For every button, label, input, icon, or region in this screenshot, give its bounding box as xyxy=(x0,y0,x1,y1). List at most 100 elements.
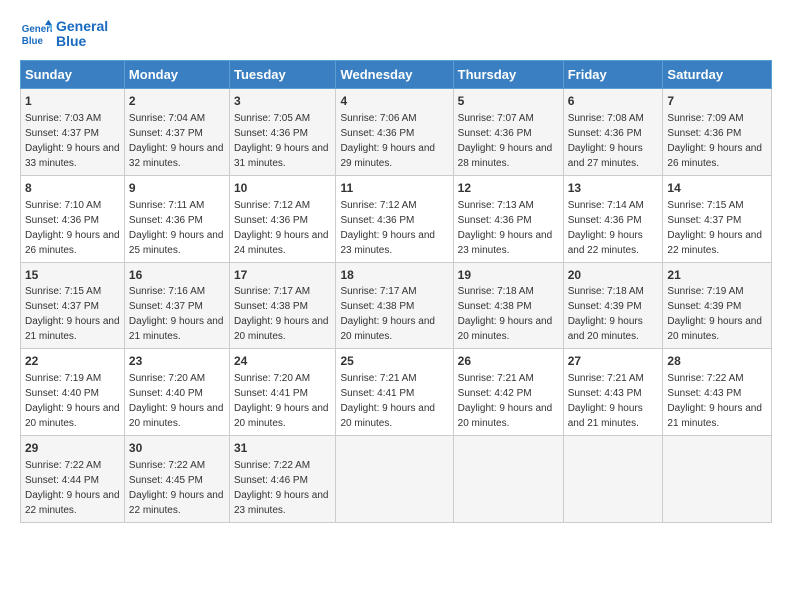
day-cell: 25Sunrise: 7:21 AMSunset: 4:41 PMDayligh… xyxy=(336,349,453,436)
day-number: 30 xyxy=(129,440,225,457)
day-daylight: Daylight: 9 hours and 23 minutes. xyxy=(340,230,435,256)
day-cell: 20Sunrise: 7:18 AMSunset: 4:39 PMDayligh… xyxy=(563,262,663,349)
col-header-friday: Friday xyxy=(563,61,663,89)
day-number: 16 xyxy=(129,267,225,284)
day-sunset: Sunset: 4:38 PM xyxy=(340,301,414,312)
day-cell: 27Sunrise: 7:21 AMSunset: 4:43 PMDayligh… xyxy=(563,349,663,436)
day-number: 3 xyxy=(234,93,331,110)
day-sunrise: Sunrise: 7:18 AM xyxy=(458,286,534,297)
day-daylight: Daylight: 9 hours and 21 minutes. xyxy=(129,316,224,342)
day-cell: 21Sunrise: 7:19 AMSunset: 4:39 PMDayligh… xyxy=(663,262,772,349)
day-sunrise: Sunrise: 7:04 AM xyxy=(129,113,205,124)
day-daylight: Daylight: 9 hours and 22 minutes. xyxy=(667,230,762,256)
day-sunset: Sunset: 4:36 PM xyxy=(234,128,308,139)
day-sunset: Sunset: 4:41 PM xyxy=(340,388,414,399)
col-header-thursday: Thursday xyxy=(453,61,563,89)
day-daylight: Daylight: 9 hours and 23 minutes. xyxy=(234,490,329,516)
day-number: 20 xyxy=(568,267,659,284)
day-daylight: Daylight: 9 hours and 22 minutes. xyxy=(25,490,120,516)
day-sunset: Sunset: 4:43 PM xyxy=(667,388,741,399)
svg-text:General: General xyxy=(22,24,52,35)
day-sunrise: Sunrise: 7:21 AM xyxy=(568,373,644,384)
day-daylight: Daylight: 9 hours and 20 minutes. xyxy=(234,316,329,342)
day-cell: 10Sunrise: 7:12 AMSunset: 4:36 PMDayligh… xyxy=(229,175,335,262)
day-number: 29 xyxy=(25,440,120,457)
day-number: 1 xyxy=(25,93,120,110)
day-sunrise: Sunrise: 7:21 AM xyxy=(458,373,534,384)
day-sunset: Sunset: 4:40 PM xyxy=(25,388,99,399)
day-sunrise: Sunrise: 7:11 AM xyxy=(129,200,204,211)
day-number: 26 xyxy=(458,353,559,370)
day-cell: 26Sunrise: 7:21 AMSunset: 4:42 PMDayligh… xyxy=(453,349,563,436)
day-sunset: Sunset: 4:37 PM xyxy=(129,128,203,139)
day-sunset: Sunset: 4:44 PM xyxy=(25,475,99,486)
day-sunset: Sunset: 4:36 PM xyxy=(458,128,532,139)
day-sunset: Sunset: 4:38 PM xyxy=(234,301,308,312)
day-cell: 18Sunrise: 7:17 AMSunset: 4:38 PMDayligh… xyxy=(336,262,453,349)
day-daylight: Daylight: 9 hours and 33 minutes. xyxy=(25,143,120,169)
day-sunset: Sunset: 4:41 PM xyxy=(234,388,308,399)
day-cell: 8Sunrise: 7:10 AMSunset: 4:36 PMDaylight… xyxy=(21,175,125,262)
day-daylight: Daylight: 9 hours and 21 minutes. xyxy=(25,316,120,342)
day-daylight: Daylight: 9 hours and 21 minutes. xyxy=(568,403,643,429)
day-cell: 30Sunrise: 7:22 AMSunset: 4:45 PMDayligh… xyxy=(124,436,229,523)
day-daylight: Daylight: 9 hours and 29 minutes. xyxy=(340,143,435,169)
day-cell xyxy=(663,436,772,523)
day-number: 28 xyxy=(667,353,767,370)
day-sunrise: Sunrise: 7:20 AM xyxy=(129,373,205,384)
day-number: 11 xyxy=(340,180,448,197)
day-number: 24 xyxy=(234,353,331,370)
day-sunrise: Sunrise: 7:19 AM xyxy=(667,286,743,297)
day-sunrise: Sunrise: 7:17 AM xyxy=(234,286,310,297)
day-sunrise: Sunrise: 7:10 AM xyxy=(25,200,101,211)
page-container: General Blue General Blue SundayMondayTu… xyxy=(0,0,792,533)
day-cell: 1 Sunrise: 7:03 AM Sunset: 4:37 PM Daylight… xyxy=(21,89,125,176)
day-sunset: Sunset: 4:36 PM xyxy=(340,128,414,139)
day-daylight: Daylight: 9 hours and 20 minutes. xyxy=(667,316,762,342)
logo-text: General Blue xyxy=(56,19,108,50)
logo-icon: General Blue xyxy=(20,18,52,50)
day-cell: 3Sunrise: 7:05 AMSunset: 4:36 PMDaylight… xyxy=(229,89,335,176)
day-sunset: Sunset: 4:37 PM xyxy=(129,301,203,312)
day-daylight: Daylight: 9 hours and 25 minutes. xyxy=(129,230,224,256)
day-number: 10 xyxy=(234,180,331,197)
week-row-5: 29 Sunrise: 7:22 AM Sunset: 4:44 PM Dayligh… xyxy=(21,436,772,523)
day-sunrise: Sunrise: 7:15 AM xyxy=(667,200,743,211)
day-sunrise: Sunrise: 7:22 AM xyxy=(667,373,743,384)
day-daylight: Daylight: 9 hours and 20 minutes. xyxy=(340,403,435,429)
day-sunrise: Sunrise: 7:03 AM xyxy=(25,113,101,124)
day-cell: 29 Sunrise: 7:22 AM Sunset: 4:44 PM Dayligh… xyxy=(21,436,125,523)
day-number: 2 xyxy=(129,93,225,110)
day-cell: 15Sunrise: 7:15 AMSunset: 4:37 PMDayligh… xyxy=(21,262,125,349)
day-sunset: Sunset: 4:37 PM xyxy=(667,215,741,226)
day-daylight: Daylight: 9 hours and 21 minutes. xyxy=(667,403,762,429)
day-sunset: Sunset: 4:36 PM xyxy=(129,215,203,226)
day-cell: 5Sunrise: 7:07 AMSunset: 4:36 PMDaylight… xyxy=(453,89,563,176)
day-daylight: Daylight: 9 hours and 31 minutes. xyxy=(234,143,329,169)
day-sunset: Sunset: 4:43 PM xyxy=(568,388,642,399)
col-header-wednesday: Wednesday xyxy=(336,61,453,89)
day-sunset: Sunset: 4:46 PM xyxy=(234,475,308,486)
day-daylight: Daylight: 9 hours and 22 minutes. xyxy=(568,230,643,256)
day-sunrise: Sunrise: 7:22 AM xyxy=(234,460,310,471)
day-cell: 19Sunrise: 7:18 AMSunset: 4:38 PMDayligh… xyxy=(453,262,563,349)
day-sunrise: Sunrise: 7:22 AM xyxy=(25,460,101,471)
day-cell: 7Sunrise: 7:09 AMSunset: 4:36 PMDaylight… xyxy=(663,89,772,176)
day-number: 31 xyxy=(234,440,331,457)
day-number: 14 xyxy=(667,180,767,197)
day-daylight: Daylight: 9 hours and 20 minutes. xyxy=(129,403,224,429)
day-sunrise: Sunrise: 7:07 AM xyxy=(458,113,534,124)
day-cell: 22Sunrise: 7:19 AMSunset: 4:40 PMDayligh… xyxy=(21,349,125,436)
day-number: 25 xyxy=(340,353,448,370)
day-sunrise: Sunrise: 7:12 AM xyxy=(340,200,416,211)
day-sunrise: Sunrise: 7:17 AM xyxy=(340,286,416,297)
day-sunset: Sunset: 4:37 PM xyxy=(25,301,99,312)
day-sunrise: Sunrise: 7:20 AM xyxy=(234,373,310,384)
day-sunset: Sunset: 4:36 PM xyxy=(25,215,99,226)
calendar-table: SundayMondayTuesdayWednesdayThursdayFrid… xyxy=(20,60,772,523)
day-daylight: Daylight: 9 hours and 27 minutes. xyxy=(568,143,643,169)
day-cell: 13Sunrise: 7:14 AMSunset: 4:36 PMDayligh… xyxy=(563,175,663,262)
day-sunset: Sunset: 4:45 PM xyxy=(129,475,203,486)
day-daylight: Daylight: 9 hours and 28 minutes. xyxy=(458,143,553,169)
day-sunset: Sunset: 4:37 PM xyxy=(25,128,99,139)
